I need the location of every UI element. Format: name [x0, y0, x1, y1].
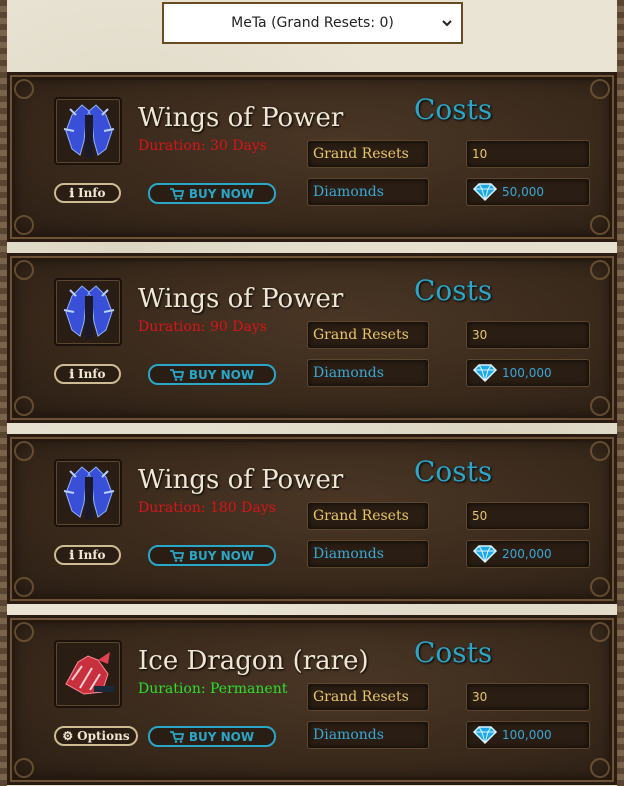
- cost-label-grand-resets: Grand Resets: [307, 502, 429, 530]
- info-icon: ℹ: [69, 367, 75, 381]
- info-button[interactable]: ℹ Info: [54, 183, 121, 203]
- right-border-strip: [617, 0, 624, 786]
- diamond-icon: [472, 183, 498, 202]
- options-button-label: Options: [77, 729, 130, 743]
- ice-dragon-icon: [65, 652, 114, 695]
- item-title: Wings of Power: [138, 103, 344, 133]
- cost-value-diamonds: 100,000: [466, 359, 590, 387]
- buy-now-label: BUY NOW: [188, 367, 255, 382]
- cost-label-diamonds: Diamonds: [307, 178, 429, 206]
- buy-now-button[interactable]: BUY NOW: [148, 183, 276, 204]
- diamonds-amount: 200,000: [502, 547, 552, 561]
- cart-icon: [169, 368, 184, 381]
- item-title: Wings of Power: [138, 284, 344, 314]
- diamonds-amount: 100,000: [502, 728, 552, 742]
- info-button-label: Info: [78, 186, 106, 200]
- info-icon: ℹ: [69, 186, 75, 200]
- item-thumbnail: [54, 278, 122, 346]
- item-duration: Duration: 30 Days: [138, 138, 267, 154]
- info-button-label: Info: [78, 367, 106, 381]
- buy-now-label: BUY NOW: [188, 548, 255, 563]
- item-thumbnail: [54, 640, 122, 708]
- buy-now-button[interactable]: BUY NOW: [148, 364, 276, 385]
- item-duration: Duration: Permanent: [138, 681, 288, 697]
- wings-icon: [63, 285, 115, 338]
- costs-heading: Costs: [414, 636, 493, 669]
- diamond-icon: [472, 364, 498, 383]
- diamond-icon: [472, 545, 498, 564]
- cost-value-grand-resets: 50: [466, 502, 590, 530]
- info-button[interactable]: ℹ Info: [54, 364, 121, 384]
- cost-value-grand-resets: 30: [466, 321, 590, 349]
- diamond-icon: [472, 726, 498, 745]
- cart-icon: [169, 730, 184, 743]
- buy-now-button[interactable]: BUY NOW: [148, 545, 276, 566]
- diamonds-amount: 50,000: [502, 185, 544, 199]
- cost-label-diamonds: Diamonds: [307, 359, 429, 387]
- cost-label-diamonds: Diamonds: [307, 540, 429, 568]
- item-duration: Duration: 90 Days: [138, 319, 267, 335]
- character-select-value: MeTa (Grand Resets: 0): [231, 15, 394, 31]
- cost-value-diamonds: 200,000: [466, 540, 590, 568]
- shop-item-card: Wings of Power Duration: 180 Days Costs …: [7, 434, 617, 604]
- costs-heading: Costs: [414, 93, 493, 126]
- cost-value-diamonds: 100,000: [466, 721, 590, 749]
- shop-item-card: Wings of Power Duration: 90 Days Costs G…: [7, 253, 617, 423]
- cost-label-grand-resets: Grand Resets: [307, 321, 429, 349]
- left-border-strip: [0, 0, 7, 786]
- shop-item-card: Ice Dragon (rare) Duration: Permanent Co…: [7, 615, 617, 785]
- info-icon: ℹ: [69, 548, 75, 562]
- cart-icon: [169, 187, 184, 200]
- cost-value-diamonds: 50,000: [466, 178, 590, 206]
- shop-item-card: Wings of Power Duration: 30 Days Costs G…: [7, 72, 617, 242]
- gear-icon: ⚙: [62, 729, 74, 743]
- buy-now-label: BUY NOW: [188, 729, 255, 744]
- character-select[interactable]: MeTa (Grand Resets: 0): [162, 2, 463, 44]
- chevron-down-icon: [442, 20, 452, 27]
- item-title: Ice Dragon (rare): [138, 646, 369, 676]
- diamonds-amount: 100,000: [502, 366, 552, 380]
- costs-heading: Costs: [414, 455, 493, 488]
- cost-label-grand-resets: Grand Resets: [307, 683, 429, 711]
- item-duration: Duration: 180 Days: [138, 500, 276, 516]
- wings-icon: [63, 104, 115, 157]
- info-button-label: Info: [78, 548, 106, 562]
- cost-label-diamonds: Diamonds: [307, 721, 429, 749]
- cost-value-grand-resets: 30: [466, 683, 590, 711]
- cost-value-grand-resets: 10: [466, 140, 590, 168]
- item-thumbnail: [54, 97, 122, 165]
- costs-heading: Costs: [414, 274, 493, 307]
- info-button[interactable]: ℹ Info: [54, 545, 121, 565]
- cart-icon: [169, 549, 184, 562]
- options-button[interactable]: ⚙ Options: [54, 726, 138, 746]
- buy-now-button[interactable]: BUY NOW: [148, 726, 276, 747]
- item-thumbnail: [54, 459, 122, 527]
- item-title: Wings of Power: [138, 465, 344, 495]
- wings-icon: [63, 466, 115, 519]
- buy-now-label: BUY NOW: [188, 186, 255, 201]
- cost-label-grand-resets: Grand Resets: [307, 140, 429, 168]
